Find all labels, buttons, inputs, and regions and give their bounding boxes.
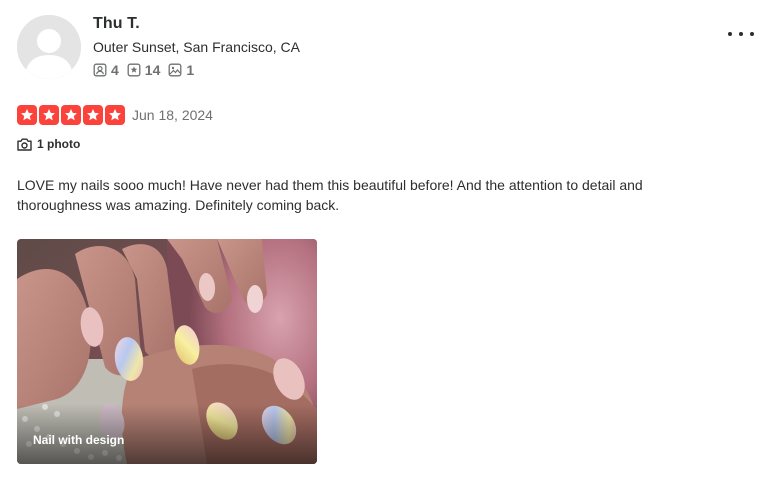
camera-icon	[17, 138, 32, 151]
star-icon	[83, 105, 103, 125]
photo-count-label: 1 photo	[37, 137, 81, 151]
user-stats: 4 14 1	[93, 62, 202, 78]
review-date: Jun 18, 2024	[132, 107, 213, 123]
star-icon	[17, 105, 37, 125]
friends-icon	[93, 63, 107, 77]
user-name[interactable]: Thu T.	[93, 15, 140, 33]
photo-caption-overlay: Nail with design	[17, 404, 317, 464]
friends-count-value: 4	[111, 62, 119, 78]
star-icon	[61, 105, 81, 125]
reviews-count-value: 14	[144, 62, 161, 78]
friends-count: 4	[93, 62, 119, 78]
avatar[interactable]	[17, 15, 81, 79]
default-avatar-icon	[17, 15, 81, 79]
photos-count: 1	[168, 62, 194, 78]
user-location: Outer Sunset, San Francisco, CA	[93, 39, 300, 55]
star-icon	[105, 105, 125, 125]
reviews-star-icon	[127, 63, 141, 77]
dot	[728, 32, 732, 36]
reviews-count: 14	[127, 62, 161, 78]
review-card: Thu T. Outer Sunset, San Francisco, CA 4…	[0, 0, 776, 479]
more-options-icon[interactable]	[728, 24, 754, 44]
photo-caption: Nail with design	[33, 433, 125, 447]
dot	[750, 32, 754, 36]
dot	[739, 32, 743, 36]
photo-count-link[interactable]: 1 photo	[17, 137, 80, 151]
photo-icon	[168, 63, 182, 77]
rating-row: Jun 18, 2024	[17, 105, 213, 125]
review-text: LOVE my nails sooo much! Have never had …	[17, 177, 643, 213]
star-rating	[17, 105, 127, 125]
star-icon	[39, 105, 59, 125]
review-photo[interactable]: Nail with design	[17, 239, 317, 464]
photos-count-value: 1	[186, 62, 195, 78]
